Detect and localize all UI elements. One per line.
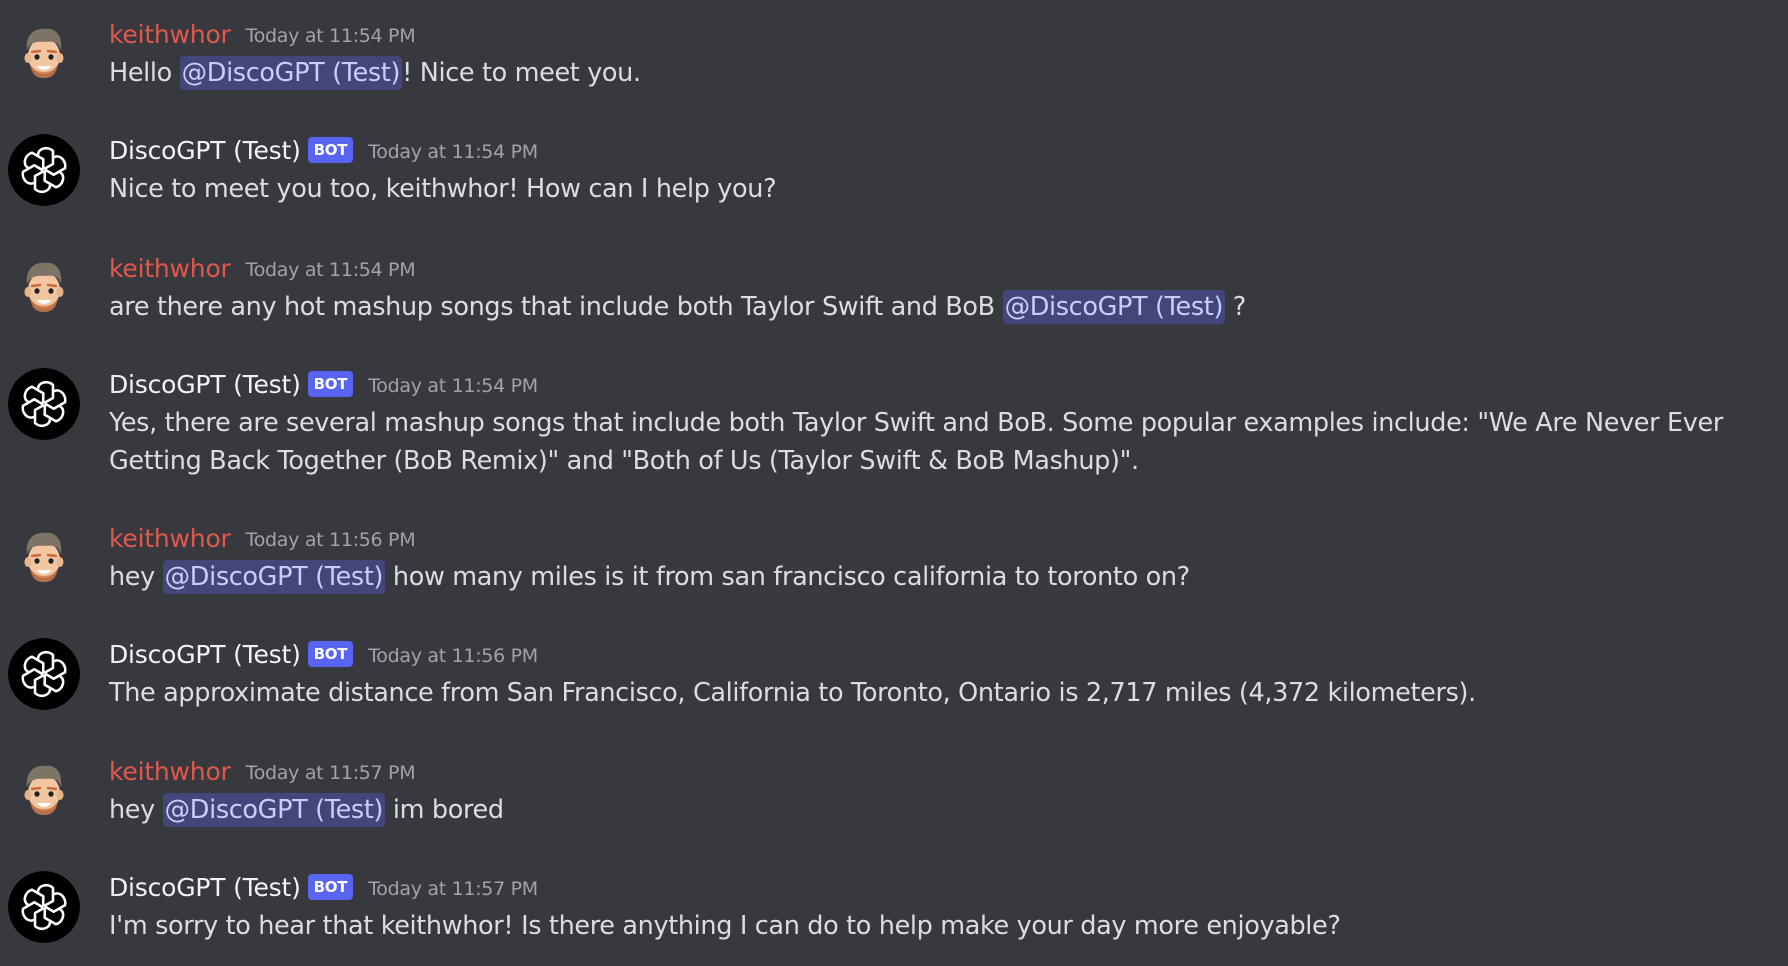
memoji-avatar-icon [8, 522, 80, 594]
openai-logo-icon [8, 871, 80, 943]
timestamp[interactable]: Today at 11:54 PM [246, 25, 416, 47]
openai-logo-icon [8, 134, 80, 206]
timestamp[interactable]: Today at 11:54 PM [368, 375, 538, 397]
message-text: The approximate distance from San Franci… [109, 678, 1476, 708]
message-header: DiscoGPT (Test) BOT Today at 11:54 PM [109, 132, 538, 168]
memoji-avatar-icon [8, 755, 80, 827]
username[interactable]: DiscoGPT (Test) [109, 640, 301, 669]
message-text: are there any hot mashup songs that incl… [109, 292, 1003, 322]
avatar[interactable] [8, 638, 80, 710]
timestamp[interactable]: Today at 11:57 PM [246, 762, 416, 784]
message-text: how many miles is it from san francisco … [385, 562, 1190, 592]
bot-badge: BOT [307, 641, 354, 667]
message-content: are there any hot mashup songs that incl… [109, 288, 1774, 326]
avatar[interactable] [8, 522, 80, 594]
openai-logo-icon [8, 368, 80, 440]
memoji-avatar-icon [8, 18, 80, 90]
bot-badge: BOT [307, 371, 354, 397]
message-header: keithwhor Today at 11:57 PM [109, 753, 416, 789]
username[interactable]: keithwhor [109, 524, 231, 553]
message-text: ! Nice to meet you. [402, 58, 641, 88]
user-mention[interactable]: @DiscoGPT (Test) [1002, 290, 1226, 324]
message-text: Hello [109, 58, 180, 88]
message-header: DiscoGPT (Test) BOT Today at 11:57 PM [109, 869, 538, 905]
user-mention[interactable]: @DiscoGPT (Test) [162, 793, 386, 827]
message-header: DiscoGPT (Test) BOT Today at 11:56 PM [109, 636, 538, 672]
username[interactable]: DiscoGPT (Test) [109, 136, 301, 165]
message-content: Hello @DiscoGPT (Test)! Nice to meet you… [109, 54, 1774, 92]
username[interactable]: DiscoGPT (Test) [109, 370, 301, 399]
message-content: hey @DiscoGPT (Test) how many miles is i… [109, 558, 1774, 596]
user-mention[interactable]: @DiscoGPT (Test) [162, 560, 386, 594]
timestamp[interactable]: Today at 11:54 PM [368, 141, 538, 163]
message-text: hey [109, 562, 163, 592]
message-text: ? [1225, 292, 1247, 322]
message-header: keithwhor Today at 11:54 PM [109, 250, 416, 286]
message-text: im bored [385, 795, 504, 825]
bot-badge: BOT [307, 874, 354, 900]
message-content: I'm sorry to hear that keithwhor! Is the… [109, 907, 1774, 945]
avatar[interactable] [8, 252, 80, 324]
memoji-avatar-icon [8, 252, 80, 324]
avatar[interactable] [8, 871, 80, 943]
message-text: Yes, there are several mashup songs that… [109, 408, 1731, 476]
message-header: keithwhor Today at 11:54 PM [109, 16, 416, 52]
message-content: Yes, there are several mashup songs that… [109, 404, 1774, 480]
message-content: The approximate distance from San Franci… [109, 674, 1774, 712]
message-text: hey [109, 795, 163, 825]
timestamp[interactable]: Today at 11:56 PM [368, 645, 538, 667]
openai-logo-icon [8, 638, 80, 710]
timestamp[interactable]: Today at 11:56 PM [246, 529, 416, 551]
avatar[interactable] [8, 755, 80, 827]
avatar[interactable] [8, 18, 80, 90]
username[interactable]: keithwhor [109, 757, 231, 786]
avatar[interactable] [8, 134, 80, 206]
username[interactable]: keithwhor [109, 254, 231, 283]
user-mention[interactable]: @DiscoGPT (Test) [179, 56, 403, 90]
message-content: hey @DiscoGPT (Test) im bored [109, 791, 1774, 829]
timestamp[interactable]: Today at 11:54 PM [246, 259, 416, 281]
username[interactable]: DiscoGPT (Test) [109, 873, 301, 902]
timestamp[interactable]: Today at 11:57 PM [368, 878, 538, 900]
avatar[interactable] [8, 368, 80, 440]
message-text: Nice to meet you too, keithwhor! How can… [109, 174, 777, 204]
bot-badge: BOT [307, 137, 354, 163]
message-header: keithwhor Today at 11:56 PM [109, 520, 416, 556]
message-content: Nice to meet you too, keithwhor! How can… [109, 170, 1774, 208]
username[interactable]: keithwhor [109, 20, 231, 49]
message-header: DiscoGPT (Test) BOT Today at 11:54 PM [109, 366, 538, 402]
message-text: I'm sorry to hear that keithwhor! Is the… [109, 911, 1341, 941]
